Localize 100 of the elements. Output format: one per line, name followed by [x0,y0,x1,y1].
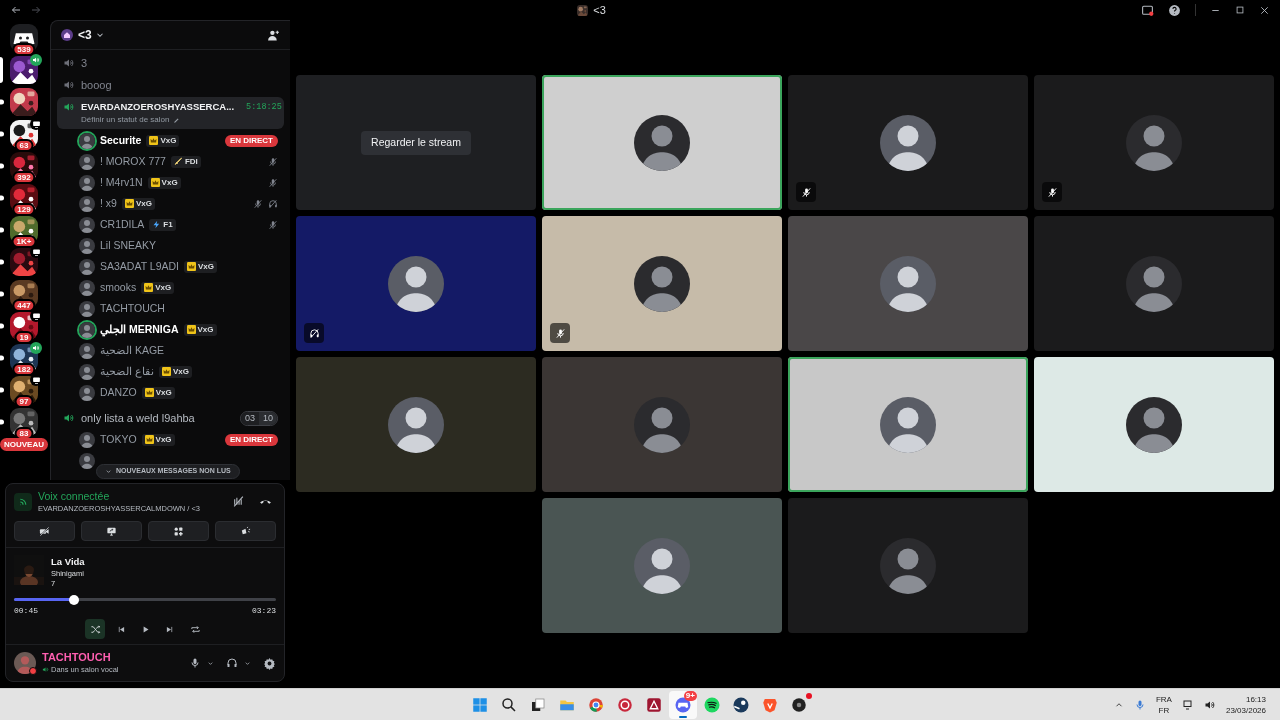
voice-status[interactable]: Voix connectée [38,489,226,503]
video-tile[interactable] [1034,357,1274,492]
server-icon[interactable]: 63 [10,120,38,148]
video-tile[interactable] [542,357,782,492]
settings-icon[interactable] [263,656,276,670]
shuffle-button[interactable] [85,619,105,639]
screen-share-button[interactable] [81,521,142,541]
pencil-icon[interactable] [172,116,180,124]
server-icon[interactable]: 392 [10,152,38,180]
video-tile[interactable] [788,498,1028,633]
crown-icon [144,388,154,398]
avatar[interactable] [79,153,95,170]
unread-count-badge: 392 [12,171,36,184]
server-icon[interactable]: 129 [10,184,38,212]
member-name[interactable]: TOKYO [100,431,137,448]
server-icon[interactable]: 1K+ [10,216,38,244]
avatar[interactable] [79,384,95,401]
member-name[interactable]: Securite [100,132,142,149]
crown-icon [186,325,196,335]
avatar[interactable] [79,342,95,359]
video-tile[interactable] [1034,216,1274,351]
member-name[interactable]: SA3ADAT L9ADI [100,258,179,275]
avatar[interactable] [79,279,95,296]
video-tile[interactable] [296,357,536,492]
maximize-icon[interactable] [1235,5,1245,15]
chevron-down-icon [105,467,112,475]
close-icon[interactable] [1259,4,1270,16]
video-tile[interactable] [542,216,782,351]
taskbar-app[interactable]: 9+ [668,690,697,719]
member-name[interactable]: الضحية KAGE [100,342,165,359]
video-tile[interactable] [788,357,1028,492]
voice-channel[interactable]: only lista a weld l9ahba 03 10 [57,407,284,430]
new-unreads-badge[interactable]: NOUVEAU [0,438,48,451]
speaker-icon [63,57,75,69]
member-name[interactable]: TACHTOUCH [100,300,165,317]
username[interactable]: TACHTOUCH [42,650,183,664]
chevron-down-icon[interactable] [207,659,214,667]
member-name[interactable]: CR1DILA [100,216,145,233]
server-name[interactable]: <3 [78,26,92,44]
video-tile[interactable] [542,75,782,210]
add-friend-icon[interactable] [267,28,280,42]
inbox-icon[interactable] [1141,3,1154,17]
avatar[interactable] [79,195,95,212]
noise-suppression-icon[interactable] [232,495,245,509]
server-icon[interactable]: 97 [10,376,38,404]
activities-button[interactable] [148,521,209,541]
server-icon[interactable]: 182 [10,344,38,372]
avatar[interactable] [79,258,95,275]
back-arrow-icon[interactable] [10,4,22,16]
live-badge: EN DIRECT [224,433,278,446]
avatar[interactable] [79,431,95,448]
track-duration: 03:23 [252,605,276,617]
member-name[interactable]: الجلي MERNIGA [100,321,179,338]
video-tile[interactable] [1034,75,1274,210]
network-icon[interactable] [1181,698,1194,711]
progress-thumb[interactable] [69,594,80,605]
camera-off-button[interactable] [14,521,75,541]
guild-tag: VxG [158,365,192,378]
crown-icon [161,367,171,377]
clock[interactable]: 16:13 23/03/2026 [1225,693,1266,716]
voice-channel[interactable]: 3 [57,52,284,74]
member-name[interactable]: DANZO [100,384,137,401]
video-tile[interactable] [788,216,1028,351]
member-name[interactable]: ! x9 [100,195,117,212]
member-name[interactable]: نقاع الضحية [100,363,154,380]
avatar[interactable] [79,216,95,233]
avatar[interactable] [79,132,95,149]
server-icon[interactable]: 447 [10,280,38,308]
channel-status-placeholder[interactable]: Définir un statut de salon [81,114,170,127]
microphone-icon[interactable] [189,657,201,669]
input-language[interactable]: FRA FR [1155,693,1172,716]
video-tile[interactable] [788,75,1028,210]
watch-stream-button[interactable]: Regarder le stream [361,130,471,155]
server-icon[interactable]: 19 [10,312,38,340]
avatar[interactable] [79,174,95,191]
video-tile[interactable] [542,498,782,633]
unread-count-badge: 447 [12,299,36,312]
server-icon[interactable]: 83 [10,408,38,436]
avatar[interactable] [79,237,95,254]
server-icon[interactable] [10,248,38,276]
avatar[interactable] [14,652,36,674]
do-not-disturb-icon [29,667,37,675]
server-icon[interactable]: 539 [10,24,38,52]
video-tile[interactable]: Regarder le stream [296,75,536,210]
voice-channel[interactable]: booog [57,74,284,96]
member-name[interactable]: ! M4rv1N [100,174,143,191]
avatar[interactable] [79,452,95,469]
avatar[interactable] [79,363,95,380]
server-icon[interactable] [10,88,38,116]
member-name[interactable]: Lil SNEAKY [100,237,157,254]
member-name[interactable]: ! MOROX 777 [100,153,166,170]
headphones-icon[interactable] [226,657,238,669]
member-name[interactable]: smooks [100,279,137,296]
avatar[interactable] [79,321,95,338]
help-icon[interactable] [1168,3,1181,17]
video-tile[interactable] [296,216,536,351]
speaker-icon [63,79,75,91]
chevron-down-icon[interactable] [244,659,251,667]
avatar[interactable] [79,300,95,317]
voice-channel[interactable]: EVARDANZOEROSHYASSERCA... 5:18:25 Définir un statut de salon [57,97,284,130]
